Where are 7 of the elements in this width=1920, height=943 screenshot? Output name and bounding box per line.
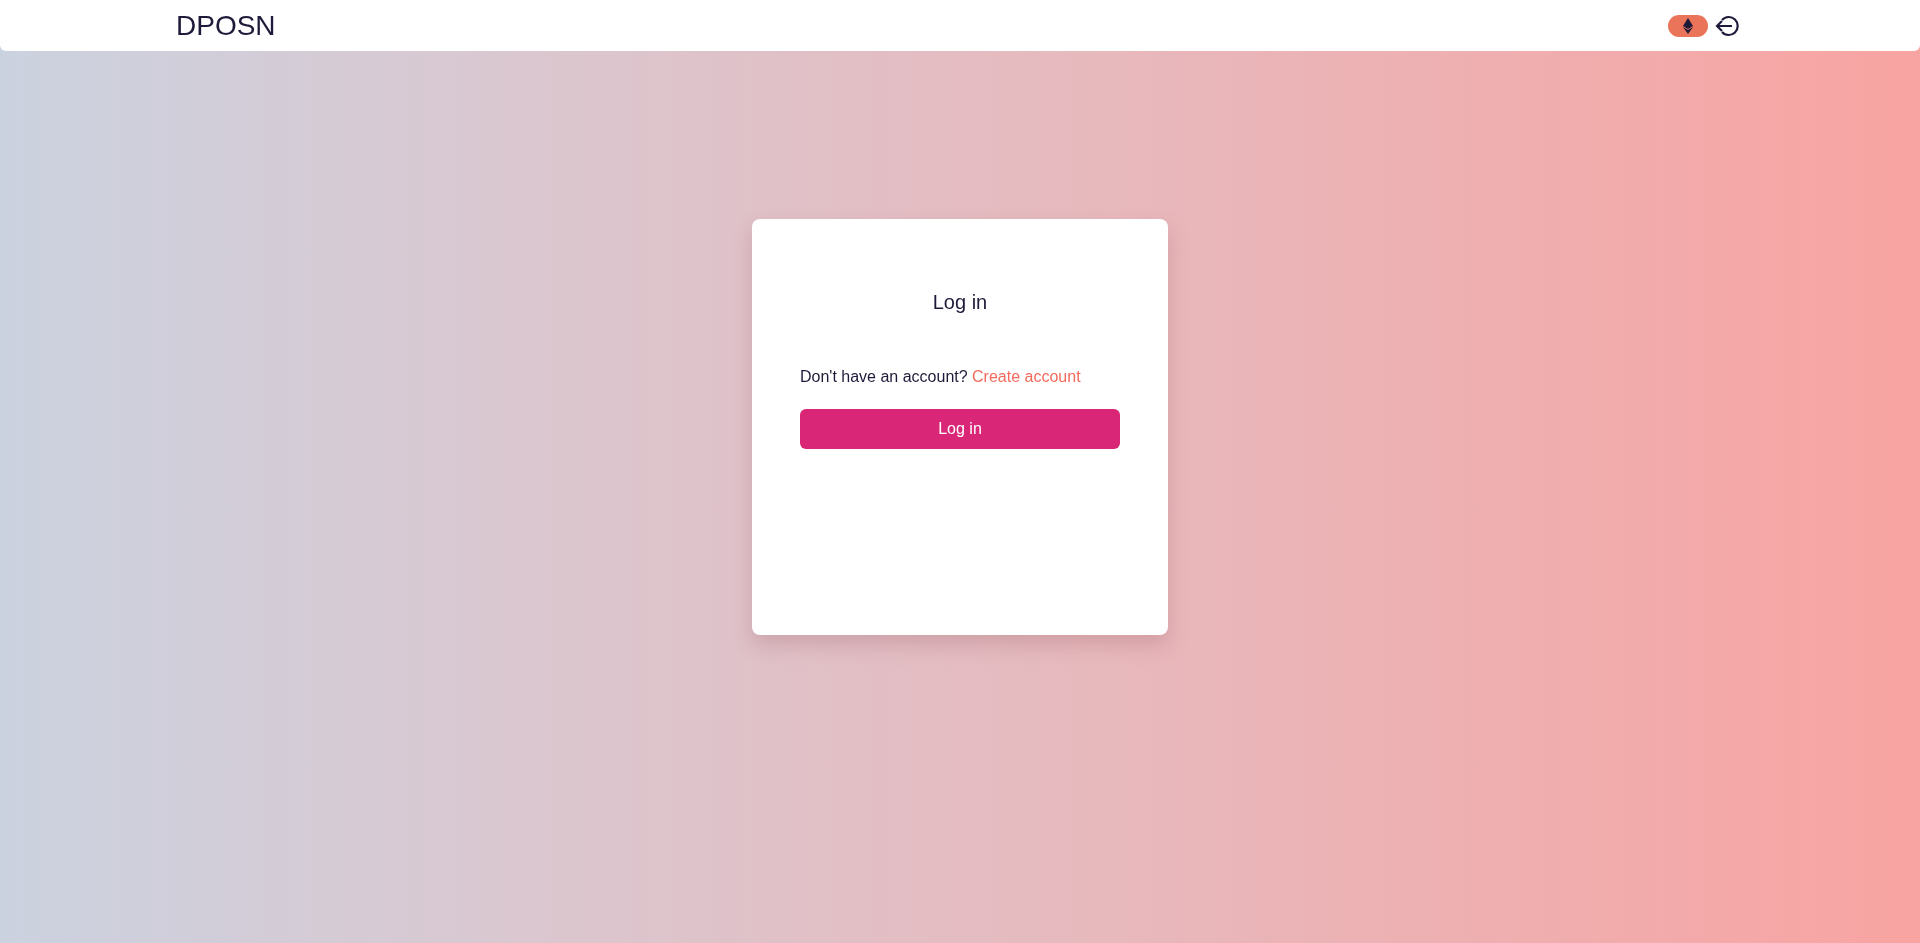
logo[interactable]: DPOSN bbox=[176, 9, 276, 42]
card-title: Log in bbox=[932, 291, 988, 314]
create-account-link[interactable]: Create account bbox=[972, 368, 1081, 385]
diamond-icon bbox=[1683, 17, 1693, 34]
wallet-button[interactable] bbox=[1668, 14, 1708, 37]
login-button[interactable]: Log in bbox=[800, 409, 1120, 449]
signup-prompt: Don't have an account? Create account bbox=[800, 368, 1081, 386]
